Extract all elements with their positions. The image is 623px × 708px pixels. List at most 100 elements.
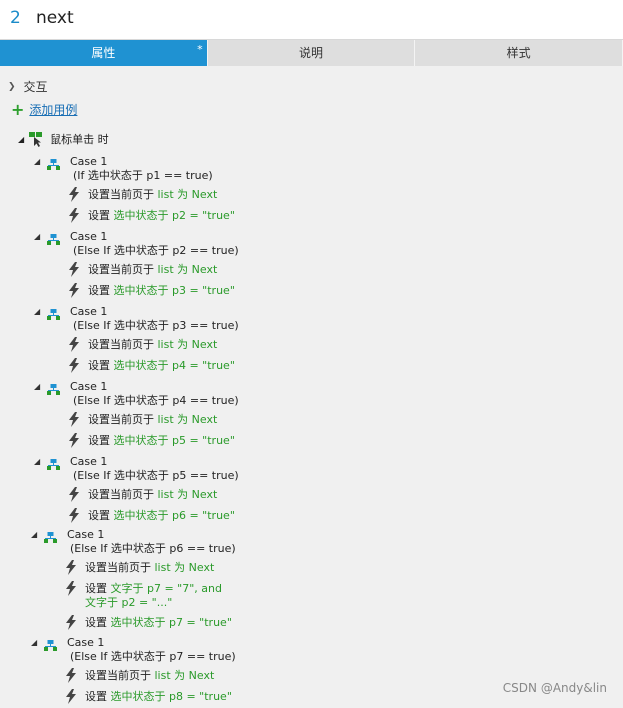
action-row[interactable]: 设置 选中状态于 p6 = "true" [88,509,235,522]
case-icon [47,230,60,245]
action-verb: 设置 [85,616,107,629]
case-icon [47,305,60,320]
action-detail-continued: 文字于 p2 = "..." [85,596,173,609]
action-detail: list 为 Next [154,488,218,501]
action-row[interactable]: 设置 选中状态于 p8 = "true" [85,690,232,703]
tab-properties-label: 属性 [91,46,116,60]
action-icon [68,262,80,277]
action-row[interactable]: 设置当前页于 list 为 Next [85,561,214,574]
widget-name-field[interactable]: next [36,8,74,28]
unsaved-marker: * [197,43,203,56]
action-verb: 设置 [88,359,110,372]
action-icon [68,337,80,352]
plus-icon: + [11,99,25,119]
action-icon [68,283,80,298]
action-detail: list 为 Next [151,669,215,682]
case-name[interactable]: Case 1 [70,305,107,318]
action-detail: list 为 Next [154,263,218,276]
case-collapse-triangle-icon[interactable]: ◢ [31,638,37,647]
watermark: CSDN @Andy&lin [502,681,607,695]
add-case-link[interactable]: + 添加用例 [11,101,77,118]
action-verb: 设置 [85,690,107,703]
case-condition: (Else If 选中状态于 p2 == true) [73,244,239,257]
action-row[interactable]: 设置 选中状态于 p7 = "true" [85,616,232,629]
case-name[interactable]: Case 1 [70,455,107,468]
action-verb: 设置 [88,284,110,297]
case-name[interactable]: Case 1 [70,380,107,393]
tab-properties[interactable]: 属性 * [0,40,208,66]
event-label: 鼠标单击 时 [50,133,109,146]
action-icon [68,433,80,448]
action-detail: 选中状态于 p2 = "true" [110,209,235,222]
action-verb: 设置 [85,582,107,595]
action-detail: 文字于 p7 = "7", and [107,582,222,595]
case-icon [44,528,57,543]
case-condition: (Else If 选中状态于 p7 == true) [70,650,236,663]
case-name[interactable]: Case 1 [70,230,107,243]
action-row[interactable]: 设置当前页于 list 为 Next [88,338,217,351]
title-bar: 2 next [0,0,623,40]
action-icon [68,487,80,502]
add-case-label: 添加用例 [29,103,78,117]
case-name[interactable]: Case 1 [67,636,104,649]
action-verb: 设置当前页于 [88,338,154,351]
action-row[interactable]: 设置 选中状态于 p3 = "true" [88,284,235,297]
case-collapse-triangle-icon[interactable]: ◢ [34,157,40,166]
case-collapse-triangle-icon[interactable]: ◢ [34,457,40,466]
action-row[interactable]: 设置当前页于 list 为 Next [85,669,214,682]
action-row[interactable]: 设置当前页于 list 为 Next [88,488,217,501]
case-collapse-triangle-icon[interactable]: ◢ [34,232,40,241]
action-row[interactable]: 设置 选中状态于 p4 = "true" [88,359,235,372]
case-name[interactable]: Case 1 [70,155,107,168]
click-event-icon [29,132,43,147]
action-detail: list 为 Next [154,413,218,426]
action-detail: 选中状态于 p5 = "true" [110,434,235,447]
tab-bar: 属性 * 说明 样式 [0,40,623,66]
action-verb: 设置 [88,209,110,222]
action-icon [68,358,80,373]
action-icon [65,581,77,596]
case-icon [47,155,60,170]
tab-style[interactable]: 样式 [415,40,623,66]
action-detail: 选中状态于 p4 = "true" [110,359,235,372]
action-detail: list 为 Next [151,561,215,574]
action-detail: 选中状态于 p3 = "true" [110,284,235,297]
case-collapse-triangle-icon[interactable]: ◢ [34,307,40,316]
case-condition: (Else If 选中状态于 p6 == true) [70,542,236,555]
case-condition: (Else If 选中状态于 p3 == true) [73,319,239,332]
action-icon [65,689,77,704]
action-row[interactable]: 设置 文字于 p7 = "7", and [85,582,222,595]
action-detail: list 为 Next [154,338,218,351]
interaction-section-header[interactable]: ❯ 交互 [8,78,48,95]
action-verb: 设置当前页于 [88,413,154,426]
action-row[interactable]: 设置当前页于 list 为 Next [88,188,217,201]
action-icon [65,560,77,575]
action-verb: 设置当前页于 [88,188,154,201]
action-icon [68,412,80,427]
action-row[interactable]: 设置当前页于 list 为 Next [88,413,217,426]
chevron-down-icon: ❯ [8,81,16,92]
tab-style-label: 样式 [506,46,531,60]
case-collapse-triangle-icon[interactable]: ◢ [34,382,40,391]
action-verb: 设置当前页于 [88,488,154,501]
widget-number: 2 [10,8,21,28]
event-on-click[interactable]: ◢ 鼠标单击 时 [18,131,109,147]
action-row[interactable]: 设置 选中状态于 p2 = "true" [88,209,235,222]
action-detail: 选中状态于 p7 = "true" [107,616,232,629]
tab-notes[interactable]: 说明 [207,40,416,66]
case-collapse-triangle-icon[interactable]: ◢ [31,530,37,539]
action-row[interactable]: 设置当前页于 list 为 Next [88,263,217,276]
section-title: 交互 [23,80,48,94]
case-name[interactable]: Case 1 [67,528,104,541]
collapse-triangle-icon: ◢ [18,134,25,144]
action-row[interactable]: 设置 选中状态于 p5 = "true" [88,434,235,447]
action-icon [65,615,77,630]
action-icon [68,208,80,223]
action-icon [68,508,80,523]
action-detail: 选中状态于 p8 = "true" [107,690,232,703]
action-verb: 设置当前页于 [88,263,154,276]
action-verb: 设置 [88,509,110,522]
case-condition: (Else If 选中状态于 p4 == true) [73,394,239,407]
action-icon [68,187,80,202]
tab-notes-label: 说明 [299,46,324,60]
